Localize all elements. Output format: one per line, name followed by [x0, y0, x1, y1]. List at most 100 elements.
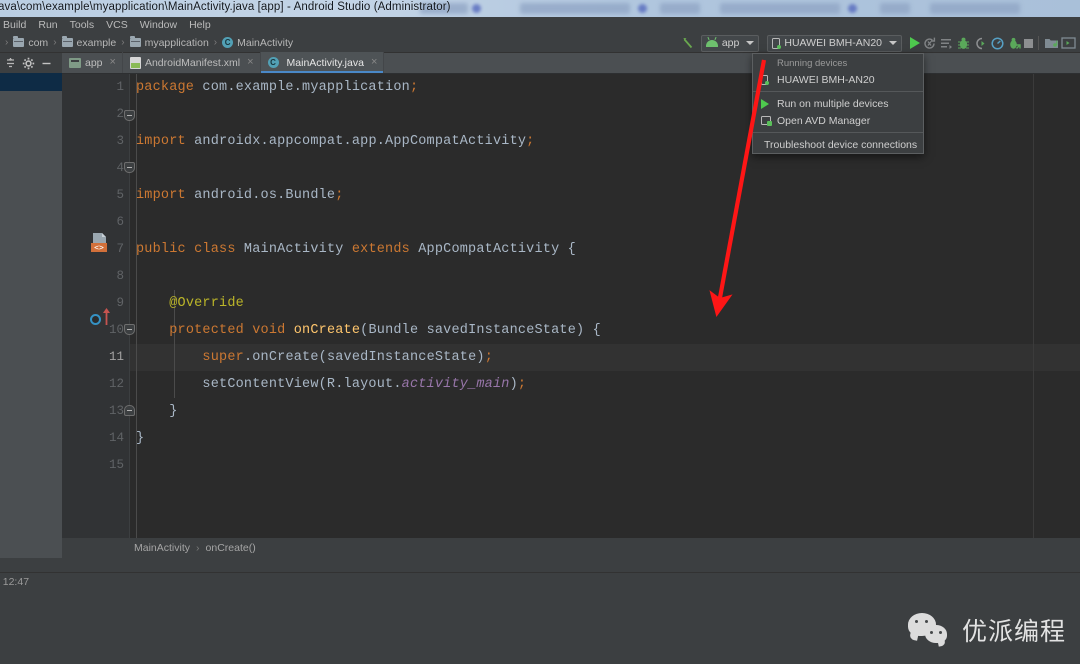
line-number-5: 5: [116, 188, 124, 202]
menu-item-label: Tools: [69, 19, 95, 31]
editor-tab-bar: app × AndroidManifest.xml × C MainActivi…: [62, 52, 1080, 74]
override-method-marker-icon[interactable]: [90, 314, 101, 325]
tab-androidmanifest-xml[interactable]: AndroidManifest.xml ×: [123, 52, 261, 73]
device-selector-label: HUAWEI BMH-AN20: [784, 37, 882, 49]
window-title: ava\com\example\myapplication\MainActivi…: [0, 1, 451, 13]
breadcrumb-item-mainactivity[interactable]: C MainActivity: [222, 37, 293, 49]
device-selector[interactable]: HUAWEI BMH-AN20: [767, 34, 902, 52]
run-button[interactable]: [910, 34, 920, 52]
stop-icon: [1024, 38, 1033, 48]
android-studio-window: ava\com\example\myapplication\MainActivi…: [0, 0, 1080, 664]
code-line-5: import android.os.Bundle;: [136, 188, 344, 203]
menu-item-label: Help: [189, 19, 211, 31]
line-number-1: 1: [116, 80, 124, 94]
breadcrumb-item-com[interactable]: com: [13, 36, 48, 49]
code-editor[interactable]: 1 2 3 4 5 6 7 8 9 10 11 12 13 14 15 <> p…: [62, 74, 1080, 538]
menu-item-run[interactable]: Run: [32, 17, 63, 33]
code-line-13: }: [136, 404, 178, 419]
play-icon: [910, 37, 920, 49]
menu-bar: Build Run Tools VCS Window Help: [0, 17, 1080, 33]
dropdown-divider: [753, 132, 923, 133]
tab-label: app: [85, 56, 103, 69]
dropdown-item-huawei-bmh-an20[interactable]: HUAWEI BMH-AN20: [753, 71, 923, 88]
menu-item-label: Build: [3, 19, 27, 31]
run-with-coverage-button[interactable]: [939, 34, 954, 52]
code-line-12: setContentView(R.layout.activity_main);: [136, 377, 527, 392]
minimize-icon[interactable]: [38, 55, 54, 71]
dropdown-item-open-avd-manager[interactable]: Open AVD Manager: [753, 112, 923, 129]
close-icon[interactable]: ×: [371, 57, 377, 68]
build-hammer-button[interactable]: [682, 34, 696, 52]
breadcrumb: › com › example › myapplication › C MainActivit…: [0, 33, 293, 52]
layout-inspector-button[interactable]: [1061, 34, 1076, 52]
tab-app[interactable]: app ×: [62, 52, 123, 73]
tab-mainactivity-java[interactable]: C MainActivity.java ×: [260, 52, 385, 73]
project-tree[interactable]: ): [0, 91, 62, 558]
class-icon: C: [267, 57, 283, 68]
line-number-2: 2: [116, 107, 124, 121]
dropdown-item-run-on-multiple-devices[interactable]: Run on multiple devices: [753, 95, 923, 112]
breadcrumb-separator: ›: [213, 37, 218, 48]
dropdown-item-troubleshoot-device-connections[interactable]: Troubleshoot device connections: [753, 136, 923, 153]
editor-gutter[interactable]: 1 2 3 4 5 6 7 8 9 10 11 12 13 14 15 <>: [62, 74, 135, 538]
breadcrumb-separator: ›: [53, 37, 57, 48]
close-icon[interactable]: ×: [247, 57, 253, 68]
device-file-explorer-button[interactable]: [1044, 34, 1059, 52]
run-anything-button[interactable]: [1007, 34, 1022, 52]
code-line-10: protected void onCreate(Bundle savedInst…: [169, 323, 601, 338]
chevron-down-icon: [746, 41, 755, 45]
line-number-13: 13: [108, 404, 124, 418]
chevron-down-icon: [889, 41, 897, 45]
editor-breadcrumb: MainActivity › onCreate(): [62, 538, 1080, 558]
collapse-all-icon[interactable]: [2, 55, 18, 71]
phone-icon: [761, 74, 774, 85]
tab-label: MainActivity.java: [286, 56, 364, 69]
device-dropdown-popup[interactable]: Running devices HUAWEI BMH-AN20 Run on m…: [752, 53, 924, 154]
folder-icon: [61, 36, 73, 47]
class-icon: C: [222, 37, 234, 48]
menu-item-build[interactable]: Build: [0, 17, 32, 33]
bottom-panel: 3 12:47 优派编程: [0, 558, 1080, 664]
code-text-area[interactable]: package com.example.myapplication; impor…: [130, 74, 1080, 538]
breadcrumb-method[interactable]: onCreate(): [206, 542, 256, 554]
gradle-icon: [69, 57, 81, 68]
panel-divider: [0, 572, 1080, 573]
profiler-button[interactable]: [990, 34, 1005, 52]
line-number-12: 12: [108, 377, 124, 391]
line-number-8: 8: [116, 269, 124, 283]
menu-item-vcs[interactable]: VCS: [100, 17, 134, 33]
menu-item-help[interactable]: Help: [183, 17, 217, 33]
stop-button[interactable]: [1024, 34, 1033, 52]
code-line-3: import androidx.appcompat.app.AppCompatA…: [136, 134, 535, 149]
gear-icon[interactable]: [20, 55, 36, 71]
project-tool-window: ): [0, 53, 62, 558]
menu-item-window[interactable]: Window: [134, 17, 183, 33]
close-icon[interactable]: ×: [110, 57, 116, 68]
breadcrumb-class[interactable]: MainActivity: [134, 542, 190, 554]
apply-changes-button[interactable]: [922, 34, 937, 52]
tool-window-toolbar: [0, 53, 62, 73]
dropdown-item-label: Open AVD Manager: [777, 114, 871, 127]
menu-item-tools[interactable]: Tools: [64, 17, 101, 33]
toolbar-divider: [1038, 36, 1039, 50]
override-arrow-icon: [102, 308, 111, 330]
play-icon: [761, 98, 774, 109]
breadcrumb-item-example[interactable]: example: [61, 36, 116, 49]
code-line-1: package com.example.myapplication;: [136, 80, 419, 95]
dropdown-item-label: HUAWEI BMH-AN20: [777, 73, 875, 86]
module-selector[interactable]: app: [700, 34, 760, 52]
attach-debugger-button[interactable]: [973, 34, 988, 52]
line-number-9: 9: [116, 296, 124, 310]
tree-selected-row[interactable]: [0, 73, 62, 91]
open-layout-editor-icon[interactable]: <>: [89, 232, 111, 254]
run-toolbar: app HUAWEI BMH-AN20: [681, 33, 1080, 53]
breadcrumb-item-myapplication[interactable]: myapplication: [129, 36, 209, 49]
breadcrumb-item-label: MainActivity: [237, 36, 294, 49]
svg-text:<>: <>: [94, 243, 104, 252]
module-selector-label: app: [721, 37, 740, 49]
debug-button[interactable]: [956, 34, 971, 52]
